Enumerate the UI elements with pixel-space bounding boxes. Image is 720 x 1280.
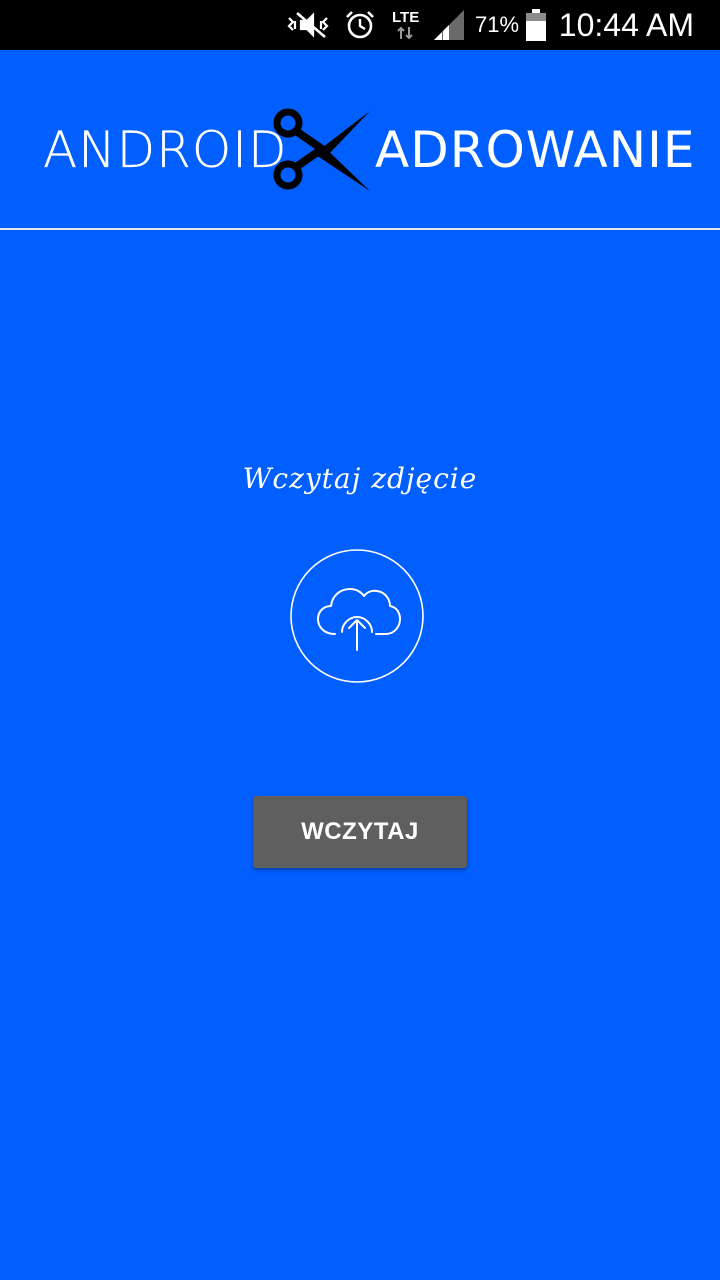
header-divider <box>0 228 720 230</box>
cloud-upload-icon[interactable] <box>290 546 424 686</box>
status-time: 10:44 AM <box>558 7 694 43</box>
upload-title: Wczytaj zdjęcie <box>242 462 478 495</box>
mute-vibrate-icon <box>284 0 336 50</box>
alarm-icon <box>340 0 380 50</box>
signal-icon <box>428 0 468 50</box>
logo-text-left: ANDROID <box>43 121 288 179</box>
battery-icon <box>522 0 550 50</box>
lte-label: LTE <box>392 9 419 26</box>
logo-text-right: ADROWANIE <box>375 121 696 179</box>
lte-icon: LTE <box>388 0 428 50</box>
status-bar: LTE 71% 10:44 AM <box>0 0 720 50</box>
scissors-icon <box>270 105 374 195</box>
app-header: ANDROID ADROWANIE <box>0 50 720 230</box>
battery-percent: 71% <box>475 12 520 37</box>
load-button[interactable]: WCZYTAJ <box>253 796 467 868</box>
